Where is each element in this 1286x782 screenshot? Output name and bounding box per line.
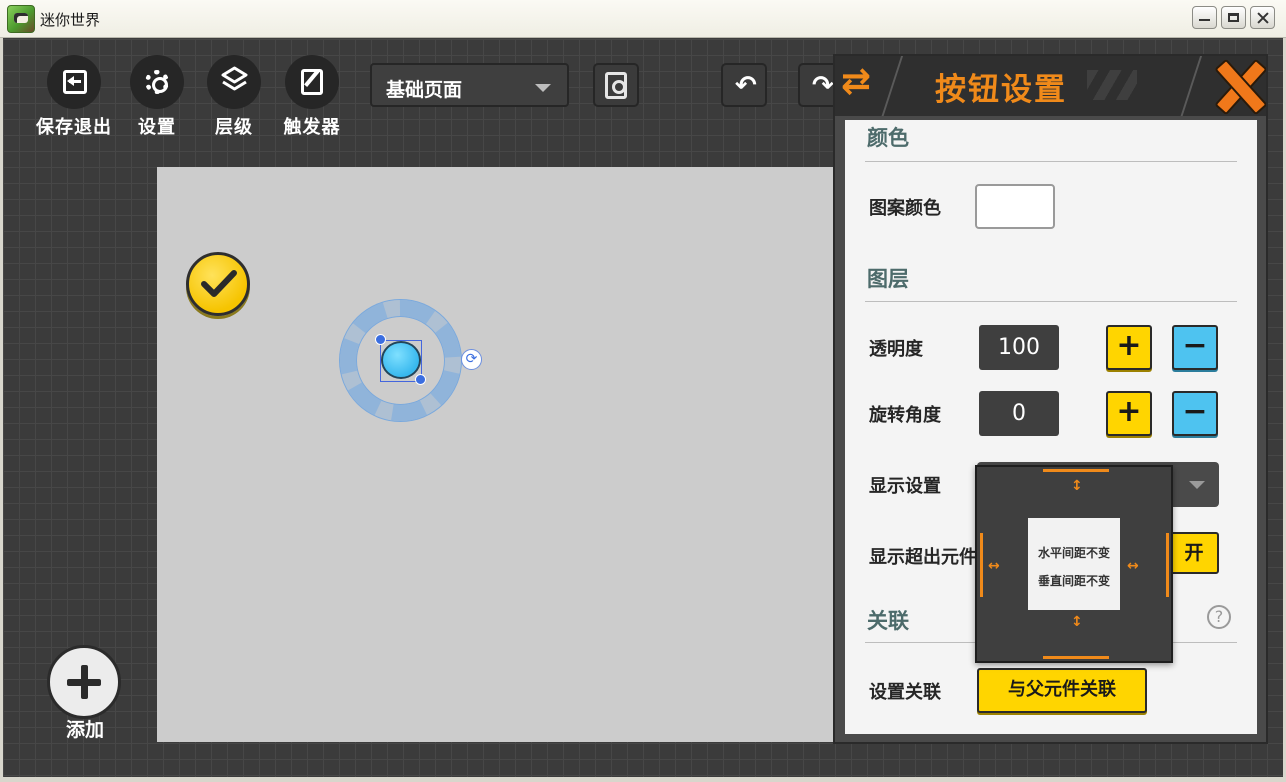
overflow-label: 显示超出元件 xyxy=(869,547,977,568)
help-icon[interactable]: ? xyxy=(1207,605,1231,629)
rotation-decrease-button[interactable]: − xyxy=(1172,391,1218,436)
anchor-left-bar[interactable] xyxy=(980,533,983,597)
panel-header: ⇄ 按钮设置 xyxy=(835,56,1266,116)
page-select[interactable]: 基础页面 xyxy=(370,63,569,107)
section-divider xyxy=(865,161,1237,162)
exit-icon xyxy=(63,70,87,94)
undo-button[interactable]: ↶ xyxy=(721,63,767,107)
layers-icon xyxy=(221,66,248,91)
panel-title: 按钮设置 xyxy=(935,72,1067,108)
opacity-increase-button[interactable]: + xyxy=(1106,325,1152,370)
anchor-top-bar[interactable] xyxy=(1043,469,1109,472)
arrow-vertical-icon: ↕ xyxy=(1071,614,1083,630)
app-icon xyxy=(7,5,35,33)
anchor-settings-popup[interactable]: ↕ ↕ ↔ ↔ 水平间距不变 垂直间距不变 xyxy=(975,465,1173,663)
opacity-value[interactable]: 100 xyxy=(979,325,1059,370)
arrow-vertical-icon: ↕ xyxy=(1071,478,1083,494)
opacity-decrease-button[interactable]: − xyxy=(1172,325,1218,370)
anchor-right-bar[interactable] xyxy=(1166,533,1169,597)
save-exit-circle xyxy=(47,55,101,109)
page-manage-button[interactable] xyxy=(593,63,639,107)
save-exit-label: 保存退出 xyxy=(36,117,112,138)
layer-section-title: 图层 xyxy=(867,267,909,291)
overflow-toggle-button[interactable]: 开 xyxy=(1169,532,1219,574)
rotate-handle-icon[interactable]: ⟳ xyxy=(461,349,482,370)
triggers-button[interactable]: 触发器 xyxy=(272,55,352,139)
settings-button[interactable]: 设置 xyxy=(117,55,197,139)
triggers-label: 触发器 xyxy=(283,117,341,138)
rotation-value[interactable]: 0 xyxy=(979,391,1059,436)
confirm-check-button[interactable] xyxy=(186,252,250,316)
minimize-button[interactable] xyxy=(1192,6,1217,29)
add-label: 添加 xyxy=(65,719,104,741)
resize-handle-top-left[interactable] xyxy=(375,334,386,345)
layers-circle xyxy=(207,55,261,109)
window-title: 迷你世界 xyxy=(40,11,101,29)
selected-button-element[interactable] xyxy=(381,341,421,379)
minimize-icon xyxy=(1199,13,1210,21)
link-section-title: 关联 xyxy=(867,609,909,633)
maximize-icon xyxy=(1228,13,1239,22)
header-divider xyxy=(879,56,905,116)
rotation-increase-button[interactable]: + xyxy=(1106,391,1152,436)
header-divider xyxy=(1178,56,1204,116)
opacity-label: 透明度 xyxy=(869,339,923,360)
section-divider xyxy=(865,301,1237,302)
set-link-label: 设置关联 xyxy=(869,682,941,703)
chevron-down-icon xyxy=(535,84,551,92)
settings-circle xyxy=(130,55,184,109)
plus-icon-vertical xyxy=(81,665,88,699)
arrow-horizontal-icon: ↔ xyxy=(988,558,1000,574)
maximize-button[interactable] xyxy=(1221,6,1246,29)
anchor-bottom-bar[interactable] xyxy=(1043,656,1109,659)
color-section-title: 颜色 xyxy=(867,126,909,150)
redo-icon: ↷ xyxy=(812,71,834,101)
triggers-circle xyxy=(285,55,339,109)
display-settings-label: 显示设置 xyxy=(869,476,941,497)
save-exit-button[interactable]: 保存退出 xyxy=(34,55,114,139)
chevron-down-icon xyxy=(1189,481,1205,489)
window-border-bottom xyxy=(0,777,1286,782)
close-panel-button[interactable] xyxy=(1215,58,1263,110)
close-icon xyxy=(1257,13,1268,22)
undo-icon: ↶ xyxy=(735,71,757,101)
anchor-center-card[interactable]: 水平间距不变 垂直间距不变 xyxy=(1028,518,1120,610)
page-select-value: 基础页面 xyxy=(386,79,463,101)
anchor-vertical-text: 垂直间距不变 xyxy=(1037,574,1110,588)
arrow-horizontal-icon: ↔ xyxy=(1127,558,1139,574)
resize-handle-bottom-right[interactable] xyxy=(415,374,426,385)
layers-label: 层级 xyxy=(215,117,253,138)
check-icon xyxy=(201,270,237,297)
header-decoration xyxy=(1087,70,1137,100)
gear-icon xyxy=(145,70,169,94)
pattern-color-label: 图案颜色 xyxy=(869,198,941,219)
settings-label: 设置 xyxy=(138,117,176,138)
link-parent-button[interactable]: 与父元件关联 xyxy=(977,668,1147,713)
anchor-horizontal-text: 水平间距不变 xyxy=(1037,546,1110,560)
rotation-label: 旋转角度 xyxy=(869,405,941,426)
page-settings-icon xyxy=(605,72,627,99)
add-element-button[interactable] xyxy=(47,645,121,719)
swap-icon[interactable]: ⇄ xyxy=(841,64,871,100)
pattern-color-picker[interactable] xyxy=(975,184,1055,229)
close-window-button[interactable] xyxy=(1250,6,1275,29)
trigger-edit-icon xyxy=(301,69,323,95)
layers-button[interactable]: 层级 xyxy=(194,55,274,139)
window-title-bar: 迷你世界 xyxy=(0,0,1286,38)
